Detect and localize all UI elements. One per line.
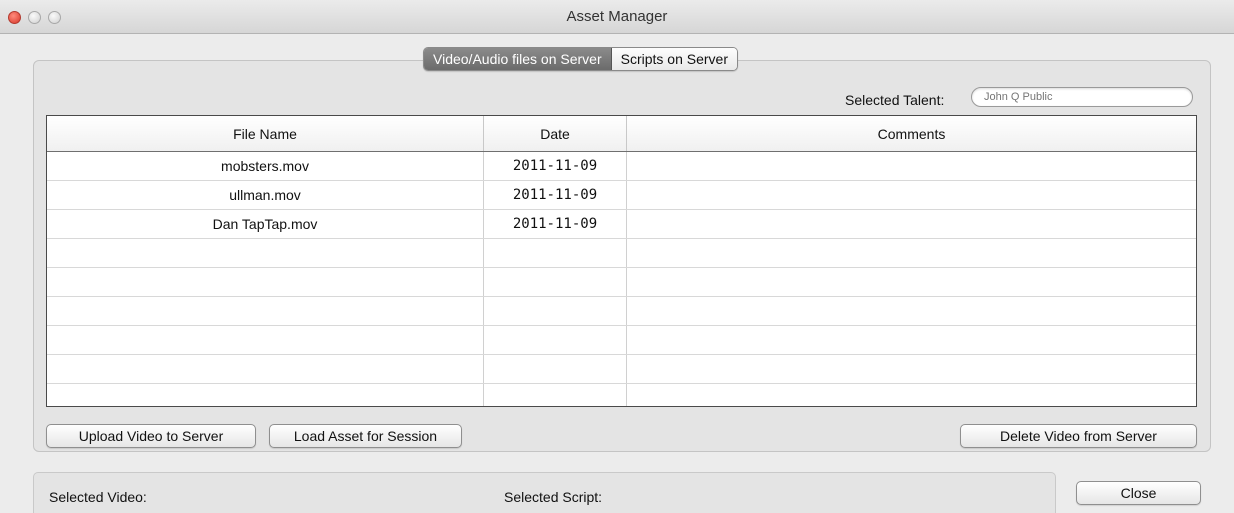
- table-row[interactable]: mobsters.mov 2011-11-09: [47, 152, 1196, 181]
- tab-video-audio-files[interactable]: Video/Audio files on Server: [424, 48, 612, 70]
- cell-date: [484, 297, 627, 325]
- cell-date: [484, 326, 627, 354]
- cell-date: 2011-11-09: [484, 152, 627, 180]
- cell-date: [484, 355, 627, 383]
- close-button[interactable]: Close: [1076, 481, 1201, 505]
- cell-file-name: Dan TapTap.mov: [47, 210, 484, 238]
- cell-file-name: ullman.mov: [47, 181, 484, 209]
- window-title: Asset Manager: [566, 8, 668, 25]
- cell-comments: [627, 239, 1196, 267]
- table-row[interactable]: [47, 297, 1196, 326]
- load-asset-button[interactable]: Load Asset for Session: [269, 424, 462, 448]
- cell-file-name: [47, 239, 484, 267]
- selected-video-label: Selected Video:: [49, 489, 147, 505]
- cell-file-name: [47, 326, 484, 354]
- cell-file-name: [47, 355, 484, 383]
- cell-comments: [627, 268, 1196, 296]
- cell-comments: [627, 297, 1196, 325]
- cell-comments: [627, 152, 1196, 180]
- selected-video-status: Selected Video:: [49, 489, 153, 505]
- column-header-date[interactable]: Date: [484, 116, 627, 151]
- table-row[interactable]: [47, 384, 1196, 406]
- table-row[interactable]: [47, 326, 1196, 355]
- upload-video-button[interactable]: Upload Video to Server: [46, 424, 256, 448]
- cell-date: [484, 239, 627, 267]
- title-bar[interactable]: Asset Manager: [0, 0, 1234, 34]
- table-row[interactable]: Dan TapTap.mov 2011-11-09: [47, 210, 1196, 239]
- cell-date: 2011-11-09: [484, 181, 627, 209]
- table-row[interactable]: ullman.mov 2011-11-09: [47, 181, 1196, 210]
- cell-file-name: [47, 297, 484, 325]
- column-header-comments[interactable]: Comments: [627, 116, 1196, 151]
- selected-script-status: Selected Script:: [504, 489, 608, 505]
- tab-scripts[interactable]: Scripts on Server: [611, 48, 737, 70]
- table-row[interactable]: [47, 239, 1196, 268]
- minimize-window-icon[interactable]: [28, 11, 41, 24]
- column-header-file-name[interactable]: File Name: [47, 116, 484, 151]
- cell-date: [484, 384, 627, 406]
- table-header: File Name Date Comments: [47, 116, 1196, 152]
- table-row[interactable]: [47, 268, 1196, 297]
- zoom-window-icon[interactable]: [48, 11, 61, 24]
- close-window-icon[interactable]: [8, 11, 21, 24]
- cell-comments: [627, 355, 1196, 383]
- status-bar: Selected Video: Selected Script:: [33, 472, 1056, 513]
- table-row[interactable]: [47, 355, 1196, 384]
- cell-comments: [627, 181, 1196, 209]
- cell-comments: [627, 326, 1196, 354]
- asset-manager-window: Asset Manager Video/Audio files on Serve…: [0, 0, 1234, 513]
- cell-date: [484, 268, 627, 296]
- tab-bar: Video/Audio files on Server Scripts on S…: [423, 47, 738, 71]
- cell-comments: [627, 384, 1196, 406]
- cell-file-name: mobsters.mov: [47, 152, 484, 180]
- cell-date: 2011-11-09: [484, 210, 627, 238]
- file-table: File Name Date Comments mobsters.mov 201…: [46, 115, 1197, 407]
- cell-comments: [627, 210, 1196, 238]
- selected-talent-label: Selected Talent:: [845, 92, 945, 108]
- selected-talent-input[interactable]: [971, 87, 1193, 107]
- cell-file-name: [47, 268, 484, 296]
- selected-script-label: Selected Script:: [504, 489, 603, 505]
- delete-video-button[interactable]: Delete Video from Server: [960, 424, 1197, 448]
- cell-file-name: [47, 384, 484, 406]
